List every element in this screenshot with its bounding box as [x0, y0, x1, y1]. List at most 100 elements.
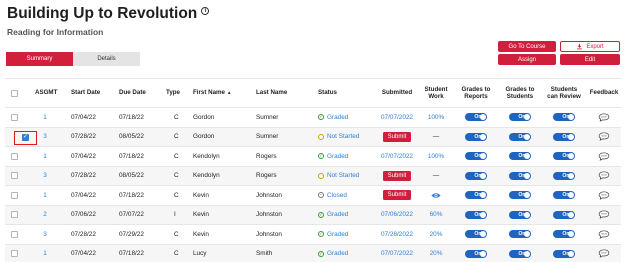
grades-to-students-toggle[interactable]: On [509, 230, 531, 239]
header-status[interactable]: Status [318, 79, 337, 107]
students-can-review-toggle[interactable]: On [553, 132, 575, 141]
row-checkbox[interactable] [11, 250, 18, 258]
info-icon[interactable]: i [201, 7, 210, 15]
header-feedback[interactable]: Feedback [587, 79, 621, 107]
status[interactable]: ✓ Graded [318, 147, 348, 166]
speech-bubble-icon[interactable] [598, 191, 610, 200]
select-all-checkbox[interactable] [11, 89, 18, 97]
speech-bubble-icon[interactable] [598, 210, 610, 220]
status[interactable]: Not Started [318, 128, 359, 147]
row-checkbox[interactable] [11, 172, 18, 180]
export-label: Export [586, 43, 604, 50]
speech-bubble-icon[interactable] [598, 171, 610, 181]
grades-to-students-toggle[interactable]: On [509, 171, 531, 180]
students-can-review-toggle[interactable]: On [553, 230, 575, 239]
submitted-date-link[interactable]: 07/07/2022 [381, 153, 413, 160]
header-type[interactable]: Type [166, 79, 180, 107]
status[interactable]: ✓ Graded [318, 245, 348, 262]
grades-to-reports-toggle[interactable]: On [465, 171, 487, 180]
header-submitted[interactable]: Submitted [376, 79, 418, 107]
grades-to-reports-toggle[interactable]: On [465, 152, 487, 161]
student-work-link[interactable]: 60% [430, 211, 443, 218]
student-work-link[interactable]: 20% [430, 231, 443, 238]
status[interactable]: ✓ Graded [318, 206, 348, 225]
grades-to-reports-toggle[interactable]: On [465, 191, 487, 200]
toggle-label: On [518, 114, 526, 121]
row-checkbox[interactable] [11, 113, 18, 121]
students-can-review-toggle[interactable]: On [553, 191, 575, 200]
asgmt-link[interactable]: 1 [35, 245, 55, 262]
status[interactable]: – Closed [318, 186, 347, 205]
status[interactable]: ✓ Graded [318, 108, 348, 127]
last-name: Smith [256, 250, 273, 258]
submitted-date-link[interactable]: 07/28/2022 [381, 231, 413, 238]
speech-bubble-icon[interactable] [598, 152, 610, 161]
grades-to-reports-toggle[interactable]: On [465, 249, 487, 258]
tab-summary[interactable]: Summary [6, 52, 73, 66]
students-can-review-toggle[interactable]: On [553, 113, 575, 122]
assign-button[interactable]: Assign [498, 54, 556, 65]
grades-to-students-toggle[interactable]: On [509, 191, 531, 200]
edit-button[interactable]: Edit [560, 54, 620, 65]
grades-to-reports-toggle[interactable]: On [465, 113, 487, 122]
grades-to-students-toggle[interactable]: On [509, 249, 531, 258]
tab-details[interactable]: Details [73, 52, 140, 66]
submitted-date-link[interactable]: 07/07/2022 [381, 114, 413, 121]
grades-to-reports-cell: On [456, 147, 496, 166]
speech-bubble-icon[interactable] [598, 132, 610, 142]
go-to-course-button[interactable]: Go To Course [498, 41, 556, 52]
submit-button[interactable]: Submit [382, 131, 412, 142]
grades-to-reports-toggle[interactable]: On [465, 230, 487, 239]
speech-bubble-icon[interactable] [598, 230, 610, 239]
row-checkbox[interactable] [11, 211, 18, 219]
eye-icon[interactable] [431, 192, 441, 199]
student-work-link[interactable]: 20% [430, 250, 443, 257]
grades-to-reports-toggle[interactable]: On [465, 210, 487, 219]
toggle-label: On [562, 172, 570, 179]
status[interactable]: ✓ Graded [318, 225, 348, 244]
asgmt-link[interactable]: 3 [35, 128, 55, 147]
asgmt-link[interactable]: 2 [35, 206, 55, 225]
grades-to-reports-cell: On [456, 108, 496, 127]
header-students-can-review[interactable]: Students can Review [543, 79, 585, 107]
header-grades-to-reports[interactable]: Grades to Reports [456, 79, 496, 107]
header-due-date[interactable]: Due Date [119, 79, 146, 107]
header-start-date[interactable]: Start Date [71, 79, 100, 107]
page-title-text: Building Up to Revolution [7, 5, 198, 22]
grades-to-students-toggle[interactable]: On [509, 210, 531, 219]
submit-button[interactable]: Submit [382, 170, 412, 181]
header-first-name[interactable]: First Name ▲ [193, 79, 231, 107]
student-work-link[interactable]: 100% [428, 114, 444, 121]
speech-bubble-icon[interactable] [598, 113, 610, 122]
asgmt-link[interactable]: 3 [35, 167, 55, 186]
asgmt-link[interactable]: 1 [35, 108, 55, 127]
row-checkbox[interactable]: ✓ [22, 134, 29, 141]
header-asgmt[interactable]: ASGMT [35, 79, 57, 107]
asgmt-link[interactable]: 1 [35, 186, 55, 205]
due-date: 08/05/22 [119, 172, 144, 180]
status[interactable]: Not Started [318, 167, 359, 186]
row-checkbox[interactable] [11, 152, 18, 160]
grades-to-reports-toggle[interactable]: On [465, 132, 487, 141]
grades-to-students-toggle[interactable]: On [509, 152, 531, 161]
student-work-cell: 20% [421, 245, 451, 262]
speech-bubble-icon[interactable] [598, 249, 610, 259]
grades-to-students-toggle[interactable]: On [509, 113, 531, 122]
header-student-work[interactable]: Student Work [421, 79, 451, 107]
student-work-link[interactable]: 100% [428, 153, 444, 160]
students-can-review-toggle[interactable]: On [553, 171, 575, 180]
submitted-date-link[interactable]: 07/07/2022 [381, 250, 413, 257]
submitted-date-link[interactable]: 07/06/2022 [381, 211, 413, 218]
students-can-review-toggle[interactable]: On [553, 152, 575, 161]
students-can-review-toggle[interactable]: On [553, 249, 575, 258]
grades-to-students-toggle[interactable]: On [509, 132, 531, 141]
asgmt-link[interactable]: 1 [35, 147, 55, 166]
row-checkbox[interactable] [11, 230, 18, 238]
asgmt-link[interactable]: 3 [35, 225, 55, 244]
submit-button[interactable]: Submit [382, 190, 412, 201]
row-checkbox[interactable] [11, 191, 18, 199]
export-button[interactable]: Export [560, 41, 620, 52]
students-can-review-toggle[interactable]: On [553, 210, 575, 219]
header-grades-to-students[interactable]: Grades to Students [499, 79, 541, 107]
header-last-name[interactable]: Last Name [256, 79, 287, 107]
